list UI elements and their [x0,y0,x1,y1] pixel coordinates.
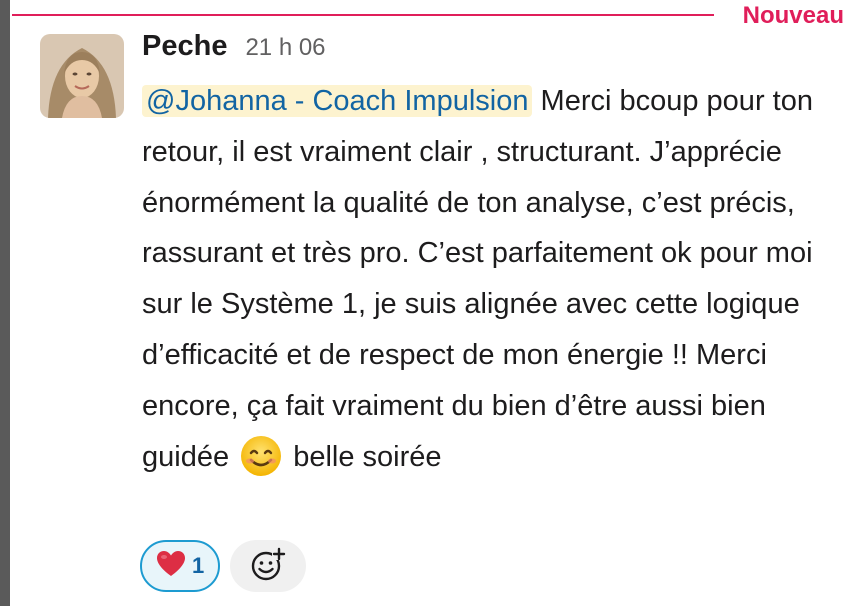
red-heart-icon [156,550,186,583]
message-body: @Johanna - Coach Impulsion Merci bcoup p… [142,76,847,482]
avatar[interactable] [40,34,124,118]
add-emoji-icon [250,546,287,587]
new-messages-divider: Nouveau [10,0,864,32]
timestamp[interactable]: 21 h 06 [245,34,325,62]
user-mention[interactable]: @Johanna - Coach Impulsion [142,85,533,117]
message-header: Peche 21 h 06 [142,30,326,70]
new-label: Nouveau [742,2,844,29]
divider-line [12,14,714,16]
add-reaction-button[interactable] [230,540,307,592]
reaction-count: 1 [192,553,205,578]
smiling-face-icon [239,434,283,478]
message-text: Merci bcoup pour ton retour, il est vrai… [142,85,813,473]
reactions-bar: 1 [140,540,307,592]
author-name[interactable]: Peche [142,30,227,63]
avatar-photo [40,34,124,118]
message-text-end: belle soirée [285,440,442,473]
reaction-heart[interactable]: 1 [140,540,221,592]
window-edge [0,0,10,606]
